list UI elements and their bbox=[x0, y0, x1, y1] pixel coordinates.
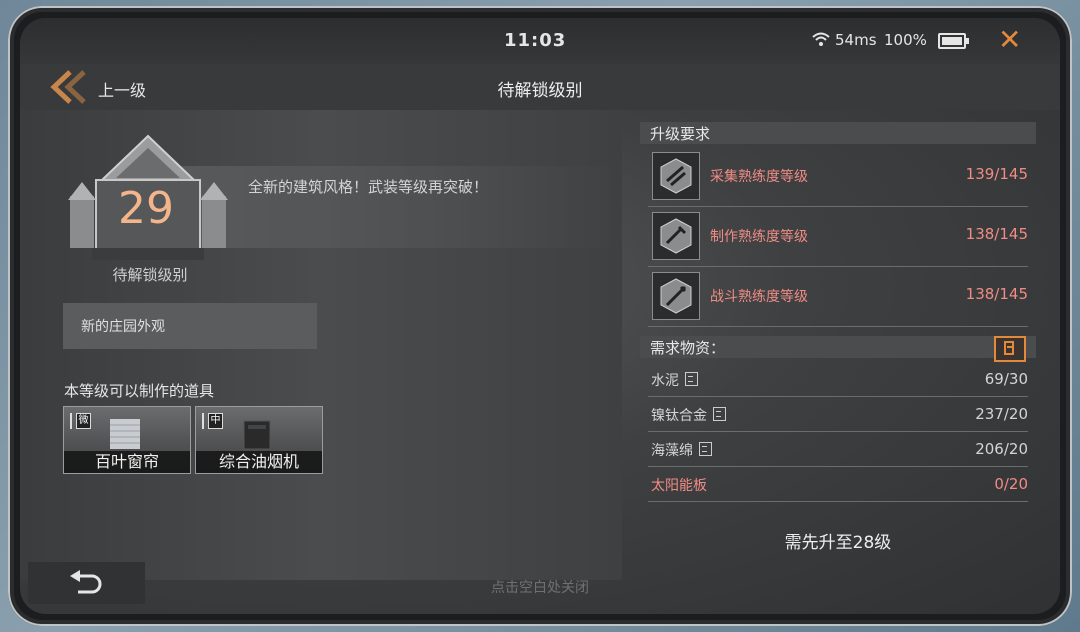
page-title: 待解锁级别 bbox=[497, 81, 583, 101]
requirement-row: 战斗熟练度等级 138/145 bbox=[648, 268, 1028, 327]
gather-skill-icon bbox=[652, 152, 700, 200]
material-icon bbox=[685, 372, 698, 386]
wifi-icon bbox=[812, 32, 830, 46]
status-bar: 11:03 54ms 100% ✕ bbox=[20, 18, 1060, 64]
craft-item-card[interactable]: 中 综合油烟机 bbox=[195, 406, 323, 474]
combat-skill-icon bbox=[652, 272, 700, 320]
upgrade-prerequisite: 需先升至28级 bbox=[784, 533, 892, 553]
game-screen: 11:03 54ms 100% ✕ 上一级 待解锁级别 29 待解锁级别 全新的… bbox=[20, 18, 1060, 614]
range-hood-icon bbox=[243, 420, 271, 450]
requirement-row: 采集熟练度等级 139/145 bbox=[648, 148, 1028, 207]
requirements-header: 升级要求 bbox=[640, 122, 1036, 144]
blinds-icon bbox=[110, 419, 140, 449]
item-name: 百叶窗帘 bbox=[64, 451, 190, 473]
level-label: 待解锁级别 bbox=[112, 266, 188, 284]
level-description: 全新的建筑风格！武装等级再突破！ bbox=[248, 178, 489, 196]
material-icon bbox=[713, 407, 726, 421]
battery-icon bbox=[938, 33, 969, 49]
tier-tag: 微 bbox=[68, 411, 91, 433]
craft-item-card[interactable]: 微 百叶窗帘 bbox=[63, 406, 191, 474]
feature-text: 新的庄园外观 bbox=[81, 319, 165, 335]
header-bar: 上一级 待解锁级别 bbox=[20, 64, 1060, 110]
item-name: 综合油烟机 bbox=[196, 451, 322, 473]
material-icon bbox=[699, 442, 712, 456]
material-row: 海藻绵 206/20 bbox=[648, 432, 1028, 467]
craft-skill-icon bbox=[652, 212, 700, 260]
battery-percent: 100% bbox=[884, 31, 927, 49]
material-row: 镍钛合金 237/20 bbox=[648, 397, 1028, 432]
close-hint: 点击空白处关闭 bbox=[491, 580, 589, 596]
close-icon[interactable]: ✕ bbox=[998, 26, 1021, 54]
requirement-row: 制作熟练度等级 138/145 bbox=[648, 208, 1028, 267]
material-row: 水泥 69/30 bbox=[648, 362, 1028, 397]
tier-tag: 中 bbox=[200, 411, 223, 433]
level-number: 29 bbox=[118, 183, 174, 234]
feature-box: 新的庄园外观 bbox=[63, 303, 317, 349]
clock: 11:03 bbox=[504, 30, 567, 51]
materials-header: 需求物资： bbox=[640, 336, 1036, 358]
material-row: 太阳能板 0/20 bbox=[648, 467, 1028, 502]
craft-title: 本等级可以制作的道具 bbox=[64, 382, 215, 400]
materials-info-icon[interactable] bbox=[994, 336, 1026, 362]
network-latency: 54ms bbox=[835, 31, 877, 49]
